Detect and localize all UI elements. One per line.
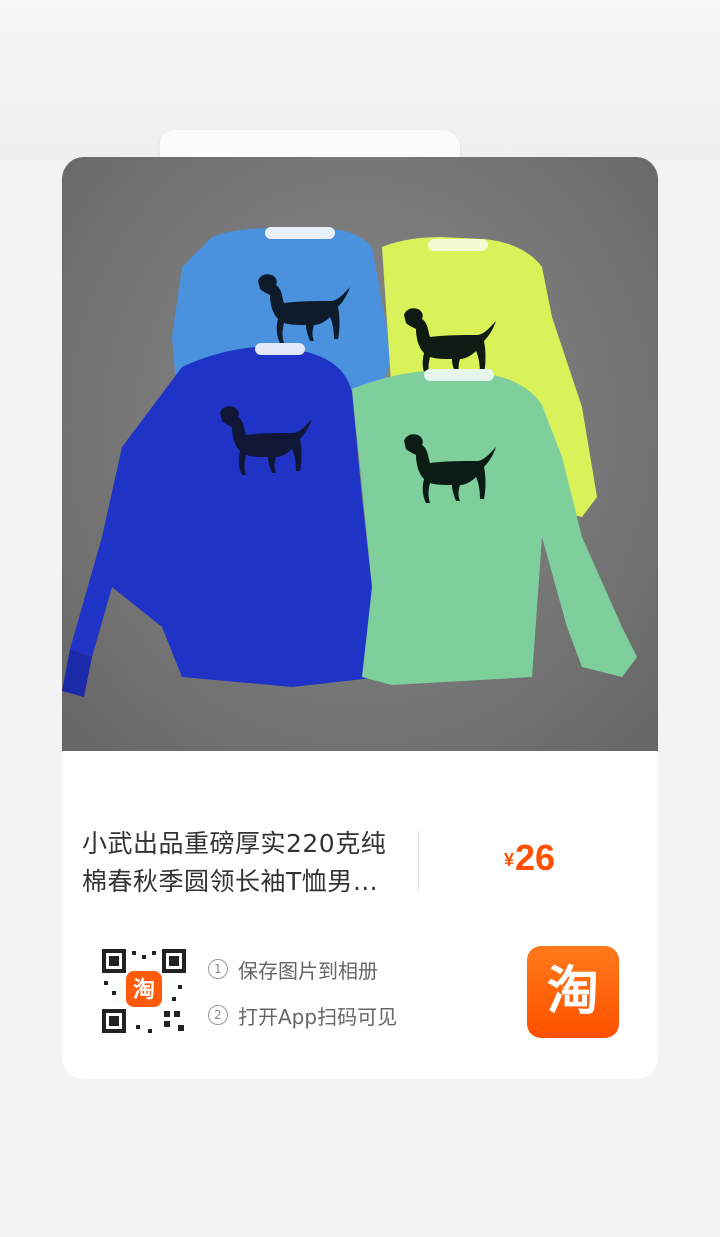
- step-2-badge: 2: [208, 1005, 228, 1025]
- product-price: ¥26: [504, 837, 555, 879]
- qr-code[interactable]: 淘: [98, 945, 190, 1037]
- price-value: 26: [515, 837, 556, 878]
- share-card: 小武出品重磅厚实220克纯棉春秋季圆领长袖T恤男… ¥26 淘 1 保存图片到相…: [62, 157, 658, 1079]
- scan-instructions: 1 保存图片到相册 2 打开App扫码可见: [208, 953, 397, 1045]
- taobao-glyph: 淘: [546, 962, 599, 1022]
- price-currency: ¥: [504, 850, 515, 870]
- title-price-divider: [418, 831, 419, 891]
- qr-badge-glyph: 淘: [133, 977, 155, 1003]
- step-1-label: 保存图片到相册: [238, 958, 378, 983]
- product-title[interactable]: 小武出品重磅厚实220克纯棉春秋季圆领长袖T恤男…: [82, 825, 402, 901]
- product-photo-illustration: [62, 227, 637, 697]
- step-2-label: 打开App扫码可见: [238, 1004, 398, 1029]
- qr-code-graphic: 淘: [98, 945, 190, 1037]
- product-photo[interactable]: [62, 157, 658, 751]
- instruction-step-2: 2 打开App扫码可见: [208, 999, 397, 1031]
- step-1-badge: 1: [208, 959, 228, 979]
- instruction-step-1: 1 保存图片到相册: [208, 953, 397, 985]
- taobao-app-icon[interactable]: 淘: [527, 946, 619, 1038]
